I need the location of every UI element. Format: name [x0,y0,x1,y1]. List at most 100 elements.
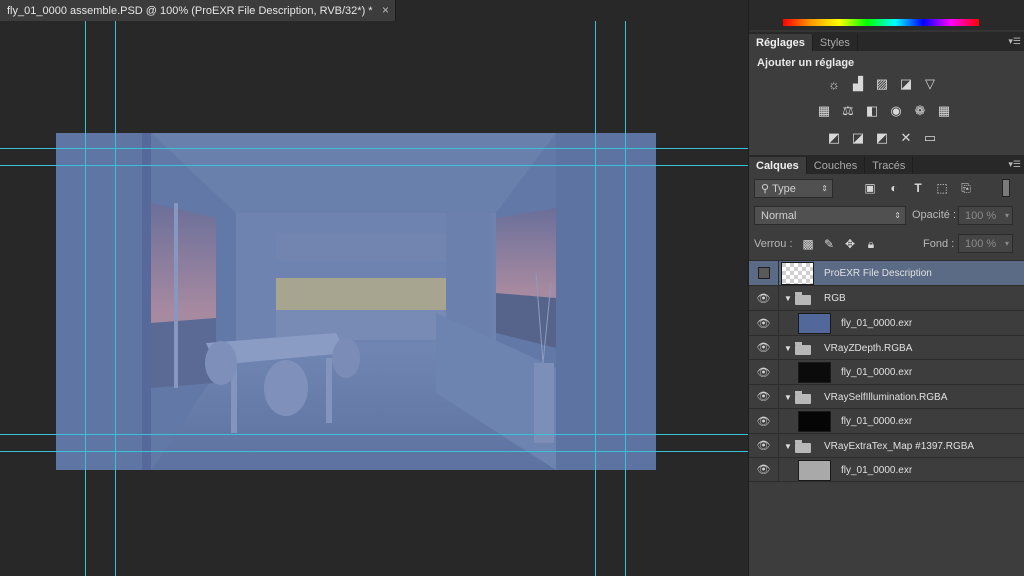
lock-all-icon[interactable]: 🔒︎ [863,236,879,252]
filter-smart-object-icon[interactable]: ⎘ [958,180,974,196]
layer-thumbnail [798,313,831,334]
stepper-icon: ⇕ [894,211,901,220]
channel-mixer-icon[interactable]: ❁ [911,102,929,120]
filter-type-icon[interactable]: T [910,180,926,196]
guide-horizontal[interactable] [0,148,748,149]
color-spectrum-bar[interactable] [783,19,979,26]
group-row[interactable]: 👁︎ ▼ VRayExtraTex_Map #1397.RGBA [749,433,1024,457]
canvas-area[interactable] [0,21,748,576]
guide-horizontal[interactable] [0,165,748,166]
posterize-icon[interactable]: ◪ [849,129,867,147]
folder-icon [795,391,811,404]
group-name: VRayExtraTex_Map #1397.RGBA [824,441,975,452]
guide-horizontal[interactable] [0,451,748,452]
layer-row[interactable]: 👁︎ fly_01_0000.exr [749,457,1024,482]
adjustments-tabs: Réglages Styles ▾☰ [749,32,1024,52]
group-row[interactable]: 👁︎ ▼ RGB [749,285,1024,310]
eye-icon[interactable]: 👁︎ [749,434,779,457]
panel-menu-icon[interactable]: ▾☰ [1008,159,1021,170]
blend-mode-select[interactable]: Normal ⇕ [754,206,906,225]
gradient-map-icon[interactable]: ▭ [921,129,939,147]
invert-icon[interactable]: ◩ [825,129,843,147]
folder-icon [795,440,811,453]
eye-icon[interactable]: 👁︎ [749,311,779,335]
layer-row[interactable]: 👁︎ fly_01_0000.exr [749,310,1024,335]
guide-vertical[interactable] [595,21,596,576]
lock-label: Verrou : [754,238,793,250]
color-balance-icon[interactable]: ⚖ [839,102,857,120]
group-row[interactable]: 👁︎ ▼ VRaySelfIllumination.RGBA [749,384,1024,408]
guide-vertical[interactable] [115,21,116,576]
collapse-caret-icon[interactable]: ▼ [784,393,792,402]
visibility-toggle[interactable] [749,261,779,285]
filter-kind-select[interactable]: ⚲ Type ⇕ [754,179,833,198]
tab-reglages[interactable]: Réglages [749,34,813,52]
layer-name: fly_01_0000.exr [841,465,913,476]
vibrance-icon[interactable]: ▽ [921,75,939,93]
rendered-image [56,133,656,470]
eye-icon[interactable]: 👁︎ [749,360,779,384]
curves-icon[interactable]: ▨ [873,75,891,93]
lock-transparency-icon[interactable]: ▩ [800,236,816,252]
layer-row[interactable]: 👁︎ fly_01_0000.exr [749,359,1024,384]
layer-row[interactable]: 👁︎ fly_01_0000.exr [749,408,1024,433]
eye-icon[interactable]: 👁︎ [749,409,779,433]
tab-couches[interactable]: Couches [807,157,866,175]
document-tab-bar: fly_01_0000 assemble.PSD @ 100% (ProEXR … [0,0,748,21]
filter-kind-value: Type [772,182,796,195]
guide-vertical[interactable] [625,21,626,576]
adjustment-icons-row-2: ▦ ⚖ ◧ ◉ ❁ ▦ [815,102,953,120]
black-white-icon[interactable]: ◧ [863,102,881,120]
collapse-caret-icon[interactable]: ▼ [784,294,792,303]
guide-horizontal[interactable] [0,434,748,435]
filter-image-icon[interactable]: ▣ [862,180,878,196]
color-lookup-icon[interactable]: ▦ [935,102,953,120]
document-tab[interactable]: fly_01_0000 assemble.PSD @ 100% (ProEXR … [0,0,396,21]
opacity-value: 100 % [965,209,997,222]
selective-color-icon[interactable]: ✕ [897,129,915,147]
threshold-icon[interactable]: ◩ [873,129,891,147]
layer-name: ProEXR File Description [824,268,932,279]
close-tab-icon[interactable]: × [382,3,389,17]
eye-icon[interactable]: 👁︎ [749,385,779,408]
panel-menu-icon[interactable]: ▾☰ [1008,36,1021,47]
lock-position-icon[interactable]: ✥ [842,236,858,252]
tab-styles[interactable]: Styles [813,34,858,52]
collapse-caret-icon[interactable]: ▼ [784,442,792,451]
layer-name: fly_01_0000.exr [841,367,913,378]
eye-icon[interactable]: 👁︎ [749,458,779,481]
fill-value: 100 % [965,237,997,250]
filter-toggle-switch[interactable] [1002,179,1010,197]
folder-icon [795,342,811,355]
fill-field[interactable]: 100 % ▾ [958,234,1013,253]
opacity-field[interactable]: 100 % ▾ [958,206,1013,225]
collapse-caret-icon[interactable]: ▼ [784,344,792,353]
document-tab-title: fly_01_0000 assemble.PSD @ 100% (ProEXR … [7,4,373,17]
brightness-icon[interactable]: ☼ [825,75,843,93]
tab-traces[interactable]: Tracés [865,157,914,175]
chevron-down-icon: ▾ [1004,239,1009,248]
layer-name: fly_01_0000.exr [841,318,913,329]
eye-icon[interactable]: 👁︎ [749,336,779,359]
exposure-icon[interactable]: ◪ [897,75,915,93]
color-panel [749,0,1024,30]
fill-label: Fond : [923,238,955,250]
lock-paint-icon[interactable]: ✎ [821,236,837,252]
filter-shape-icon[interactable]: ⬚ [934,180,950,196]
filter-adjustment-icon[interactable]: ◐ [886,180,902,196]
guide-vertical[interactable] [85,21,86,576]
levels-icon[interactable]: ▟ [849,75,867,93]
adjustments-panel: Ajouter un réglage ☼ ▟ ▨ ◪ ▽ ▦ ⚖ ◧ ◉ ❁ ▦… [749,51,1024,155]
group-name: VRaySelfIllumination.RGBA [824,392,948,403]
group-name: RGB [824,293,846,304]
layer-row[interactable]: ProEXR File Description [749,260,1024,285]
group-row[interactable]: 👁︎ ▼ VRayZDepth.RGBA [749,335,1024,359]
adjustment-icons-row-1: ☼ ▟ ▨ ◪ ▽ [825,75,939,93]
hue-saturation-icon[interactable]: ▦ [815,102,833,120]
stepper-icon: ⇕ [821,184,828,193]
chevron-down-icon: ▾ [1004,211,1009,220]
eye-icon[interactable]: 👁︎ [749,286,779,310]
photo-filter-icon[interactable]: ◉ [887,102,905,120]
tab-calques[interactable]: Calques [749,157,807,175]
search-icon: ⚲ [761,183,770,195]
